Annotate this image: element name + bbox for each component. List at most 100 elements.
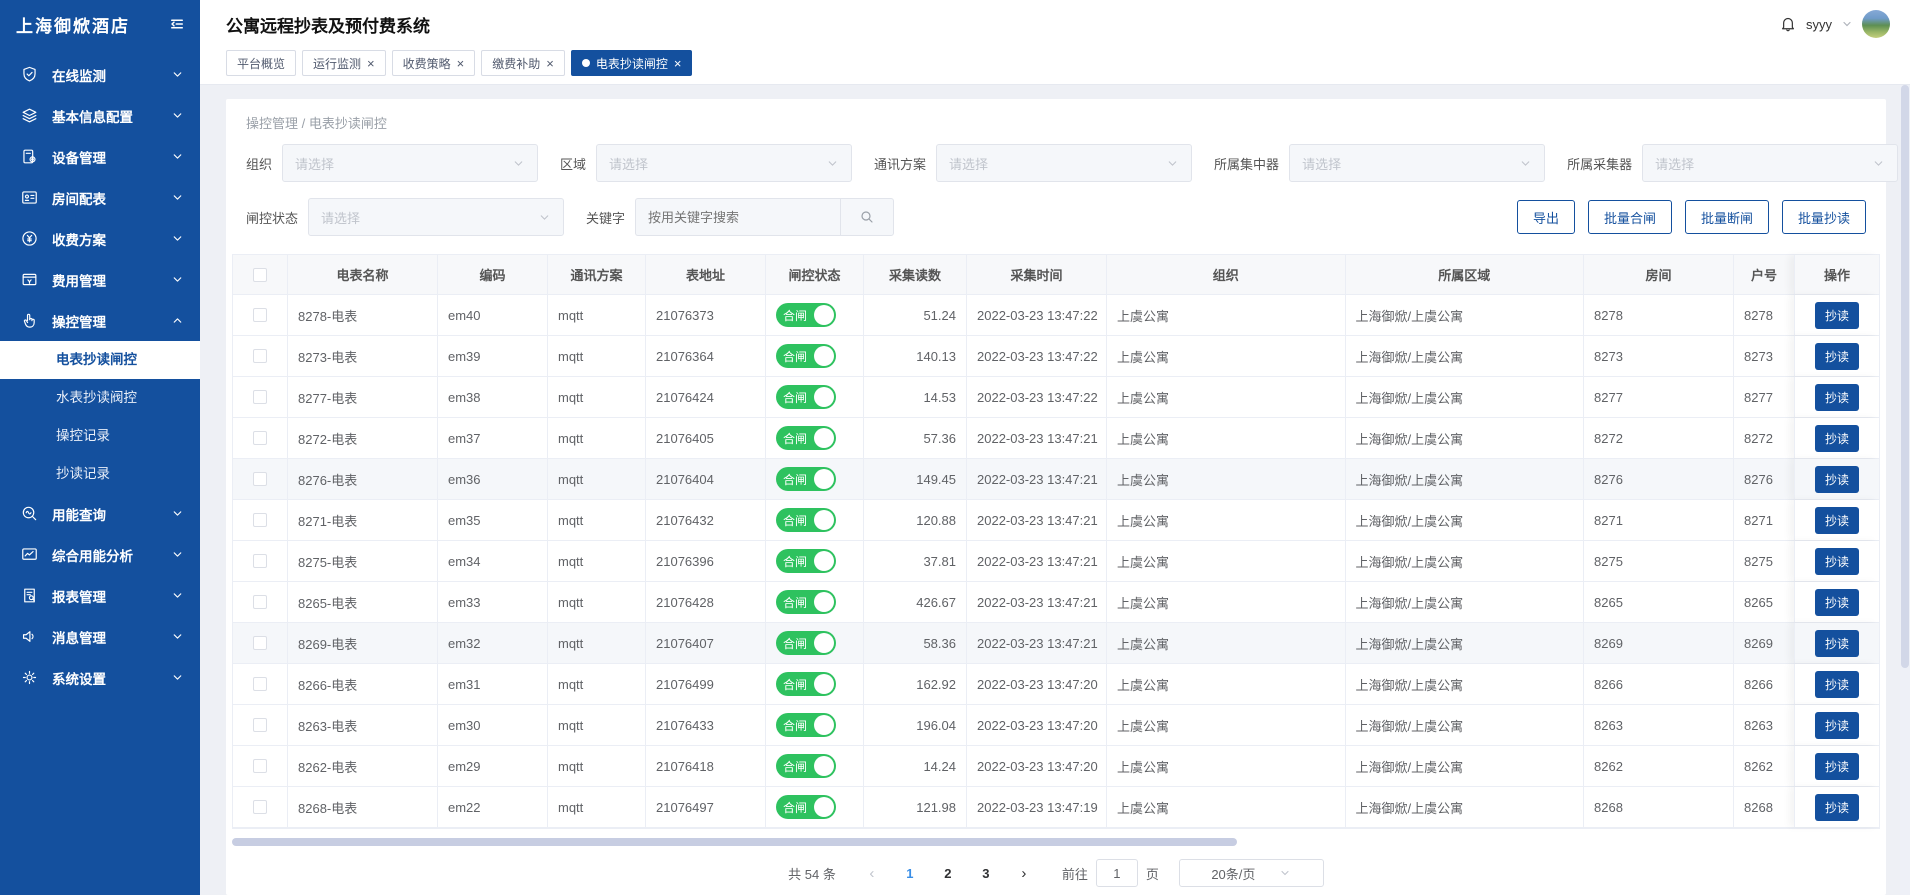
read-meter-button[interactable]: 抄读: [1815, 466, 1859, 493]
breaker-toggle[interactable]: 合闸: [776, 631, 836, 655]
region-select[interactable]: 请选择: [596, 144, 852, 182]
sidebar-item-online-monitoring[interactable]: 在线监测: [0, 54, 200, 95]
vertical-scrollbar-thumb[interactable]: [1901, 85, 1909, 668]
chevron-down-icon: [171, 507, 184, 520]
row-checkbox[interactable]: [253, 595, 267, 609]
tab-electric-meter-tab[interactable]: 电表抄读闸控×: [571, 50, 693, 76]
organization-select[interactable]: 请选择: [282, 144, 538, 182]
batch-close-button[interactable]: 批量合闸: [1588, 200, 1672, 234]
row-checkbox[interactable]: [253, 554, 267, 568]
pagination-next-arrow[interactable]: ›: [1010, 865, 1038, 882]
status-select[interactable]: 请选择: [308, 198, 564, 236]
tab-close-icon[interactable]: ×: [674, 57, 682, 70]
row-checkbox[interactable]: [253, 718, 267, 732]
read-meter-button[interactable]: 抄读: [1815, 589, 1859, 616]
username[interactable]: syyy: [1806, 17, 1832, 32]
sidebar-subitem-water-meter-reading-control[interactable]: 水表抄读阀控: [0, 379, 200, 417]
sidebar-item-energy-analysis[interactable]: 综合用能分析: [0, 534, 200, 575]
sidebar-item-fee-management[interactable]: 费用管理: [0, 259, 200, 300]
horizontal-scrollbar-thumb[interactable]: [232, 838, 1237, 846]
row-checkbox[interactable]: [253, 513, 267, 527]
sidebar-subitem-reading-records[interactable]: 抄读记录: [0, 455, 200, 493]
avatar[interactable]: [1862, 10, 1890, 38]
row-checkbox[interactable]: [253, 677, 267, 691]
sidebar-item-energy-query[interactable]: 用能查询: [0, 493, 200, 534]
select-all-checkbox[interactable]: [253, 268, 267, 282]
row-checkbox[interactable]: [253, 308, 267, 322]
pagination-page-1[interactable]: 1: [896, 866, 924, 881]
tab-charging-strategy[interactable]: 收费策略×: [392, 50, 476, 76]
sidebar-item-control-management[interactable]: 操控管理: [0, 300, 200, 341]
page-size-select[interactable]: 20条/页: [1179, 859, 1324, 887]
cell-protocol: mqtt: [548, 541, 646, 581]
row-checkbox[interactable]: [253, 759, 267, 773]
read-meter-button[interactable]: 抄读: [1815, 712, 1859, 739]
read-meter-button[interactable]: 抄读: [1815, 794, 1859, 821]
cell-org: 上虞公寓: [1107, 336, 1346, 376]
breaker-toggle[interactable]: 合闸: [776, 672, 836, 696]
sidebar-subitem-control-records[interactable]: 操控记录: [0, 417, 200, 455]
tab-close-icon[interactable]: ×: [457, 57, 465, 70]
sidebar-item-room-meter-config[interactable]: 房间配表: [0, 177, 200, 218]
user-chevron-down-icon[interactable]: [1841, 18, 1853, 30]
row-checkbox[interactable]: [253, 349, 267, 363]
goto-page-input[interactable]: [1096, 859, 1138, 887]
tab-close-icon[interactable]: ×: [546, 57, 554, 70]
breaker-toggle[interactable]: 合闸: [776, 303, 836, 327]
sidebar-item-device-management[interactable]: 设备管理: [0, 136, 200, 177]
tab-close-icon[interactable]: ×: [367, 57, 375, 70]
search-button[interactable]: [840, 198, 894, 236]
row-checkbox[interactable]: [253, 472, 267, 486]
breaker-toggle[interactable]: 合闸: [776, 385, 836, 409]
sidebar-subitem-electric-meter-reading-control[interactable]: 电表抄读闸控: [0, 341, 200, 379]
breaker-toggle[interactable]: 合闸: [776, 713, 836, 737]
keyword-input[interactable]: [635, 198, 840, 236]
export-button[interactable]: 导出: [1517, 200, 1575, 234]
cell-protocol: mqtt: [548, 582, 646, 622]
concentrator-select[interactable]: 请选择: [1289, 144, 1545, 182]
protocol-select[interactable]: 请选择: [936, 144, 1192, 182]
collapse-sidebar-icon[interactable]: [168, 15, 186, 33]
row-checkbox[interactable]: [253, 636, 267, 650]
notification-bell-icon[interactable]: [1779, 15, 1797, 33]
breaker-toggle[interactable]: 合闸: [776, 426, 836, 450]
read-meter-button[interactable]: 抄读: [1815, 671, 1859, 698]
breaker-toggle[interactable]: 合闸: [776, 590, 836, 614]
row-checkbox[interactable]: [253, 390, 267, 404]
breaker-toggle[interactable]: 合闸: [776, 549, 836, 573]
row-checkbox[interactable]: [253, 800, 267, 814]
goto-label: 前往: [1062, 864, 1088, 883]
read-meter-button[interactable]: 抄读: [1815, 548, 1859, 575]
read-meter-button[interactable]: 抄读: [1815, 384, 1859, 411]
sidebar-item-message-management[interactable]: 消息管理: [0, 616, 200, 657]
sidebar-item-system-settings[interactable]: 系统设置: [0, 657, 200, 698]
batch-open-button[interactable]: 批量断闸: [1685, 200, 1769, 234]
tab-operation-monitoring[interactable]: 运行监测×: [302, 50, 386, 76]
pagination-page-3[interactable]: 3: [972, 866, 1000, 881]
read-meter-button[interactable]: 抄读: [1815, 753, 1859, 780]
breaker-toggle[interactable]: 合闸: [776, 344, 836, 368]
cell-region: 上海御焮/上虞公寓: [1346, 664, 1585, 704]
sidebar-item-report-management[interactable]: 报表管理: [0, 575, 200, 616]
read-meter-button[interactable]: 抄读: [1815, 425, 1859, 452]
pagination-page-2[interactable]: 2: [934, 866, 962, 881]
breaker-toggle[interactable]: 合闸: [776, 467, 836, 491]
topbar-right: syyy: [1779, 10, 1890, 38]
sidebar-item-charging-plan[interactable]: 收费方案: [0, 218, 200, 259]
read-meter-button[interactable]: 抄读: [1815, 302, 1859, 329]
tab-payment-subsidy[interactable]: 缴费补助×: [481, 50, 565, 76]
tab-platform-overview[interactable]: 平台概览: [226, 50, 296, 76]
breaker-toggle[interactable]: 合闸: [776, 795, 836, 819]
breaker-toggle[interactable]: 合闸: [776, 508, 836, 532]
read-meter-button[interactable]: 抄读: [1815, 630, 1859, 657]
sidebar-item-basic-info-config[interactable]: 基本信息配置: [0, 95, 200, 136]
batch-read-button[interactable]: 批量抄读: [1782, 200, 1866, 234]
row-checkbox[interactable]: [253, 431, 267, 445]
read-meter-button[interactable]: 抄读: [1815, 507, 1859, 534]
breaker-toggle[interactable]: 合闸: [776, 754, 836, 778]
collector-select[interactable]: 请选择: [1642, 144, 1898, 182]
toggle-knob: [814, 305, 834, 325]
read-meter-button[interactable]: 抄读: [1815, 343, 1859, 370]
cell-breaker-status: 合闸: [766, 336, 864, 376]
pagination-prev-arrow[interactable]: ‹: [858, 865, 886, 882]
